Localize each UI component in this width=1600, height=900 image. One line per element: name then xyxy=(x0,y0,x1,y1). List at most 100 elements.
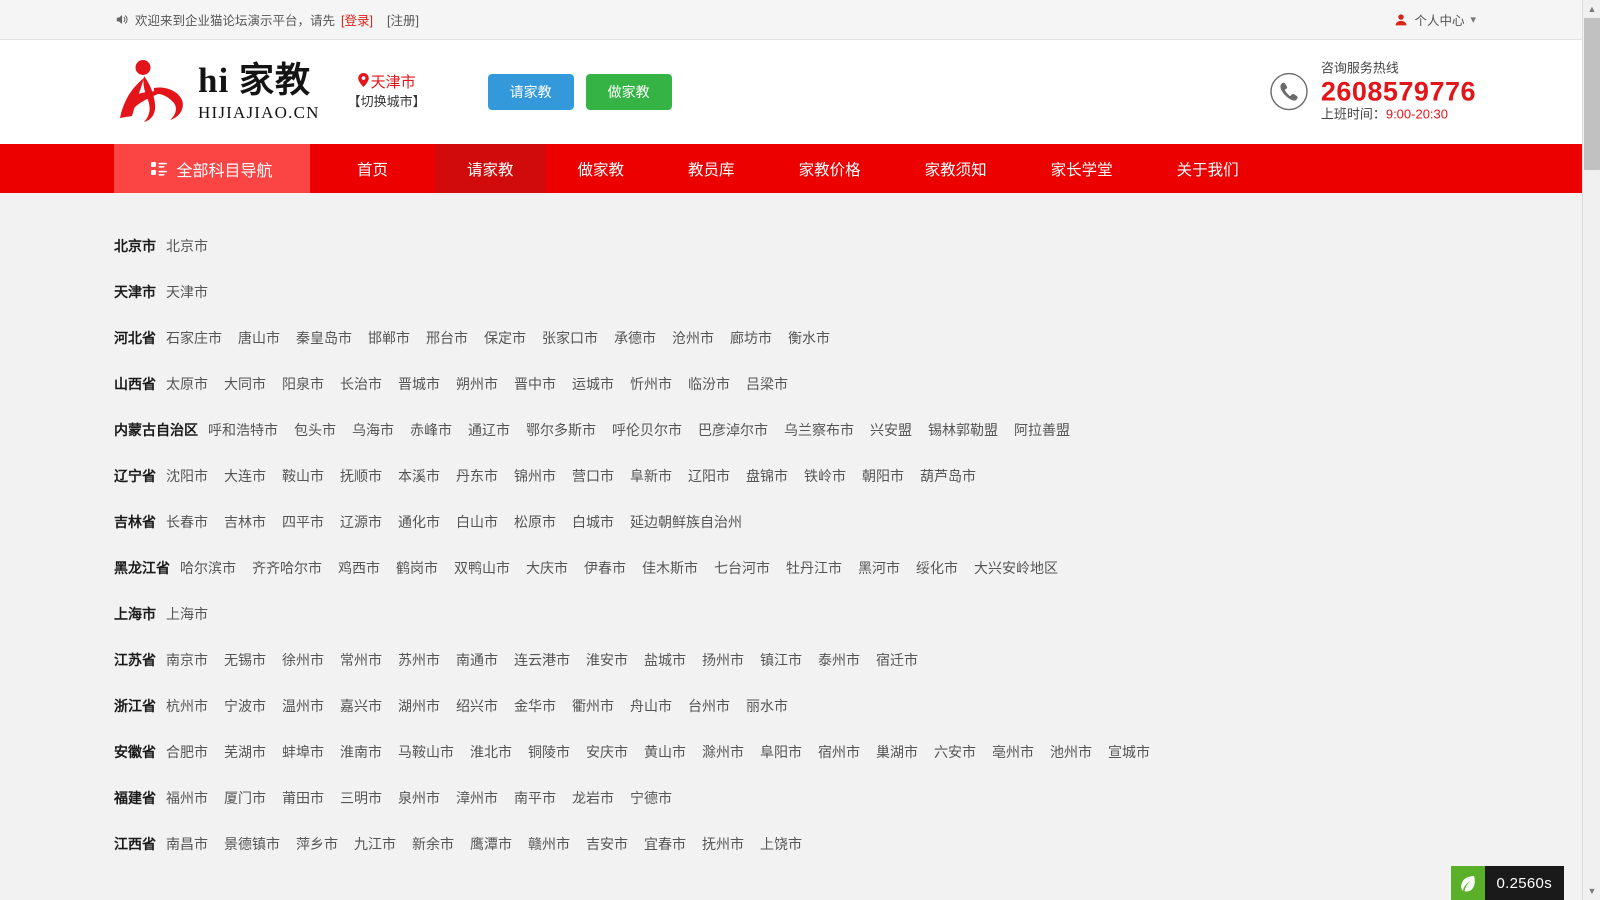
site-logo[interactable]: hi 家教 HIJIAJIAO.CN xyxy=(114,58,320,126)
city-link[interactable]: 包头市 xyxy=(294,420,336,440)
city-link[interactable]: 通化市 xyxy=(398,512,440,532)
city-link[interactable]: 辽源市 xyxy=(340,512,382,532)
city-link[interactable]: 邯郸市 xyxy=(368,328,410,348)
city-link[interactable]: 宿迁市 xyxy=(876,650,918,670)
city-link[interactable]: 上海市 xyxy=(166,604,208,624)
city-link[interactable]: 朔州市 xyxy=(456,374,498,394)
city-link[interactable]: 吉林市 xyxy=(224,512,266,532)
city-link[interactable]: 保定市 xyxy=(484,328,526,348)
city-link[interactable]: 萍乡市 xyxy=(296,834,338,854)
city-link[interactable]: 张家口市 xyxy=(542,328,598,348)
city-link[interactable]: 连云港市 xyxy=(514,650,570,670)
city-link[interactable]: 宜春市 xyxy=(644,834,686,854)
city-link[interactable]: 泰州市 xyxy=(818,650,860,670)
city-link[interactable]: 南昌市 xyxy=(166,834,208,854)
city-link[interactable]: 承德市 xyxy=(614,328,656,348)
city-link[interactable]: 铁岭市 xyxy=(804,466,846,486)
nav-item-1[interactable]: 首页 xyxy=(310,144,435,193)
city-link[interactable]: 邢台市 xyxy=(426,328,468,348)
city-link[interactable]: 湖州市 xyxy=(398,696,440,716)
city-link[interactable]: 衡水市 xyxy=(788,328,830,348)
nav-item-4[interactable]: 教员库 xyxy=(656,144,767,193)
scroll-down-arrow-icon[interactable]: ▼ xyxy=(1583,882,1600,900)
city-link[interactable]: 廊坊市 xyxy=(730,328,772,348)
city-link[interactable]: 松原市 xyxy=(514,512,556,532)
city-link[interactable]: 运城市 xyxy=(572,374,614,394)
city-link[interactable]: 兴安盟 xyxy=(870,420,912,440)
city-selector[interactable]: 天津市 【切换城市】 xyxy=(348,72,426,113)
city-link[interactable]: 乌兰察布市 xyxy=(784,420,854,440)
city-link[interactable]: 温州市 xyxy=(282,696,324,716)
city-link[interactable]: 营口市 xyxy=(572,466,614,486)
city-link[interactable]: 鄂尔多斯市 xyxy=(526,420,596,440)
city-link[interactable]: 白山市 xyxy=(456,512,498,532)
city-link[interactable]: 鹤岗市 xyxy=(396,558,438,578)
city-link[interactable]: 淮北市 xyxy=(470,742,512,762)
city-link[interactable]: 大同市 xyxy=(224,374,266,394)
city-link[interactable]: 阜阳市 xyxy=(760,742,802,762)
city-link[interactable]: 杭州市 xyxy=(166,696,208,716)
city-link[interactable]: 合肥市 xyxy=(166,742,208,762)
city-link[interactable]: 长春市 xyxy=(166,512,208,532)
city-link[interactable]: 通辽市 xyxy=(468,420,510,440)
city-link[interactable]: 沈阳市 xyxy=(166,466,208,486)
city-link[interactable]: 双鸭山市 xyxy=(454,558,510,578)
city-link[interactable]: 晋中市 xyxy=(514,374,556,394)
city-link[interactable]: 忻州市 xyxy=(630,374,672,394)
city-link[interactable]: 葫芦岛市 xyxy=(920,466,976,486)
city-link[interactable]: 马鞍山市 xyxy=(398,742,454,762)
city-link[interactable]: 大连市 xyxy=(224,466,266,486)
city-link[interactable]: 黑河市 xyxy=(858,558,900,578)
city-link[interactable]: 铜陵市 xyxy=(528,742,570,762)
city-link[interactable]: 丹东市 xyxy=(456,466,498,486)
city-link[interactable]: 吉安市 xyxy=(586,834,628,854)
city-link[interactable]: 赣州市 xyxy=(528,834,570,854)
city-link[interactable]: 龙岩市 xyxy=(572,788,614,808)
city-link[interactable]: 鹰潭市 xyxy=(470,834,512,854)
city-link[interactable]: 宁波市 xyxy=(224,696,266,716)
city-link[interactable]: 巢湖市 xyxy=(876,742,918,762)
city-link[interactable]: 晋城市 xyxy=(398,374,440,394)
city-link[interactable]: 厦门市 xyxy=(224,788,266,808)
city-link[interactable]: 延边朝鲜族自治州 xyxy=(630,512,742,532)
city-link[interactable]: 太原市 xyxy=(166,374,208,394)
city-link[interactable]: 南平市 xyxy=(514,788,556,808)
switch-city-link[interactable]: 【切换城市】 xyxy=(348,93,426,112)
city-link[interactable]: 唐山市 xyxy=(238,328,280,348)
city-link[interactable]: 镇江市 xyxy=(760,650,802,670)
city-link[interactable]: 绍兴市 xyxy=(456,696,498,716)
city-link[interactable]: 阜新市 xyxy=(630,466,672,486)
city-link[interactable]: 盐城市 xyxy=(644,650,686,670)
city-link[interactable]: 滁州市 xyxy=(702,742,744,762)
page-scrollbar[interactable]: ▲ ▼ xyxy=(1582,0,1600,900)
city-link[interactable]: 阿拉善盟 xyxy=(1014,420,1070,440)
city-link[interactable]: 佳木斯市 xyxy=(642,558,698,578)
city-link[interactable]: 泉州市 xyxy=(398,788,440,808)
city-link[interactable]: 赤峰市 xyxy=(410,420,452,440)
city-link[interactable]: 伊春市 xyxy=(584,558,626,578)
city-link[interactable]: 台州市 xyxy=(688,696,730,716)
city-link[interactable]: 临汾市 xyxy=(688,374,730,394)
city-link[interactable]: 丽水市 xyxy=(746,696,788,716)
city-link[interactable]: 福州市 xyxy=(166,788,208,808)
city-link[interactable]: 景德镇市 xyxy=(224,834,280,854)
scrollbar-thumb[interactable] xyxy=(1584,18,1600,170)
city-link[interactable]: 七台河市 xyxy=(714,558,770,578)
city-link[interactable]: 漳州市 xyxy=(456,788,498,808)
city-link[interactable]: 盘锦市 xyxy=(746,466,788,486)
nav-item-5[interactable]: 家教价格 xyxy=(767,144,893,193)
city-link[interactable]: 黄山市 xyxy=(644,742,686,762)
city-link[interactable]: 大兴安岭地区 xyxy=(974,558,1058,578)
performance-badge[interactable]: 0.2560s xyxy=(1450,866,1564,900)
register-link[interactable]: [注册] xyxy=(387,10,419,29)
city-link[interactable]: 长治市 xyxy=(340,374,382,394)
city-link[interactable]: 石家庄市 xyxy=(166,328,222,348)
city-link[interactable]: 池州市 xyxy=(1050,742,1092,762)
city-link[interactable]: 抚州市 xyxy=(702,834,744,854)
city-link[interactable]: 芜湖市 xyxy=(224,742,266,762)
city-link[interactable]: 宁德市 xyxy=(630,788,672,808)
city-link[interactable]: 莆田市 xyxy=(282,788,324,808)
city-link[interactable]: 四平市 xyxy=(282,512,324,532)
city-link[interactable]: 鸡西市 xyxy=(338,558,380,578)
city-link[interactable]: 白城市 xyxy=(572,512,614,532)
